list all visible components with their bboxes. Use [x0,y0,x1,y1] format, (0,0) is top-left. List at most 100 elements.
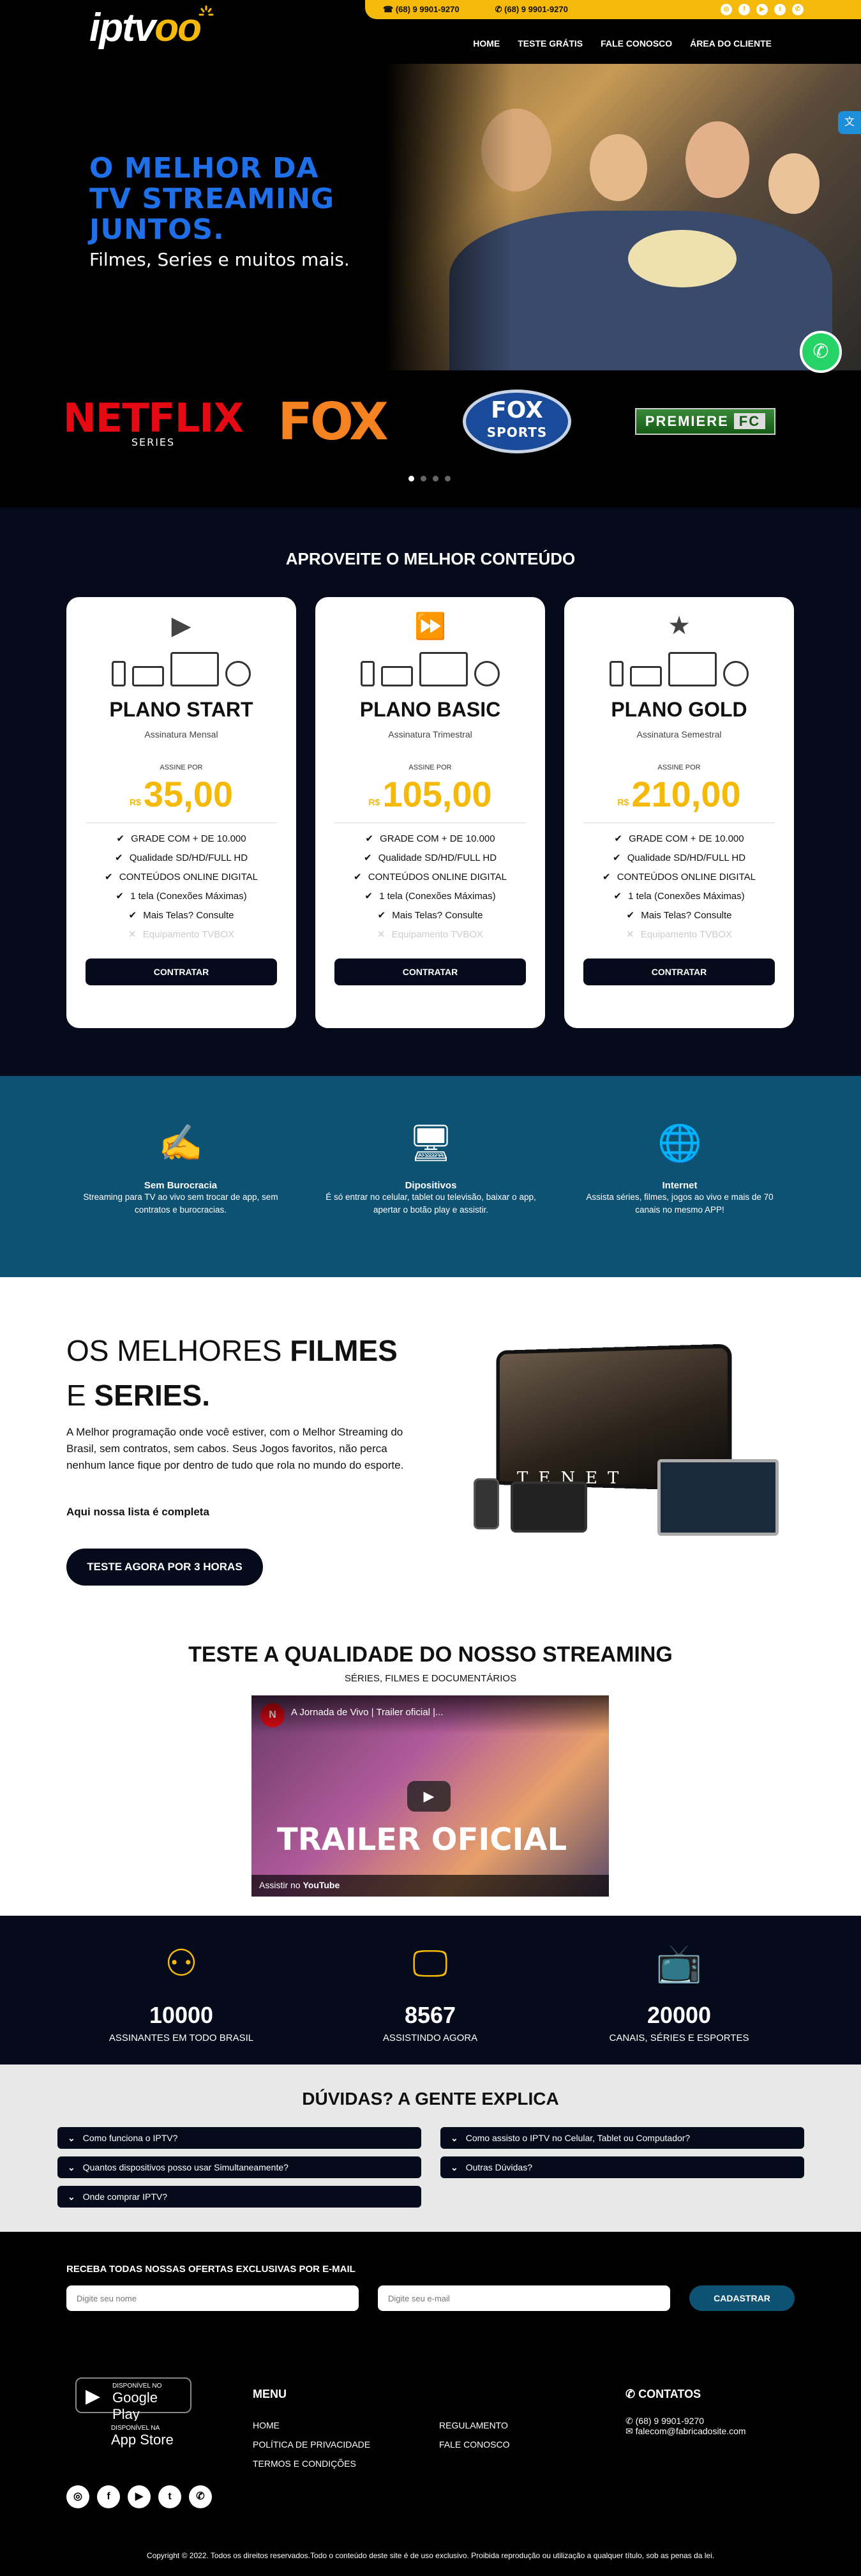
plan-card-basic: ⏩ PLANO BASIC Assinatura Trimestral ASSI… [315,597,545,1028]
faq-item[interactable]: Como assisto o IPTV no Celular, Tablet o… [440,2127,804,2149]
plan-price: R$ 210,00 [617,774,741,814]
stat-caption: ASSINANTES EM TODO BRASIL [109,2033,254,2043]
footer-phone[interactable]: ✆ (68) 9 9901-9270 [625,2416,704,2426]
feature-item-disabled: Equipamento TVBOX [315,925,545,944]
footer: ▶ DISPONÍVEL NO Google Play DISPONÍVEL NA A… [0,2360,861,2576]
tv-icon: 📺 [655,1943,703,1984]
brands-slider-dots[interactable] [408,476,451,481]
footer-link-home[interactable]: HOME [253,2420,280,2430]
nav-teste-gratis[interactable]: TESTE GRÁTIS [518,38,583,49]
footer-email[interactable]: ✉ falecom@fabricadosite.com [625,2426,746,2436]
facebook-icon[interactable]: f [97,2485,120,2508]
translate-icon[interactable]: 文 [838,111,861,134]
footer-link-termos[interactable]: TERMOS E CONDIÇÕES [253,2459,356,2469]
contratar-button[interactable]: CONTRATAR [334,958,526,985]
plan-period: Assinatura Trimestral [388,729,472,739]
feature-item: Qualidade SD/HD/FULL HD [564,849,794,868]
feature-item: Qualidade SD/HD/FULL HD [315,849,545,868]
contratar-button[interactable]: CONTRATAR [583,958,775,985]
facebook-icon[interactable]: f [738,4,750,15]
faq-item[interactable]: Quantos dispositivos posso usar Simultan… [57,2156,421,2178]
plan-features: GRADE COM + DE 10.000Qualidade SD/HD/FUL… [66,830,296,944]
slider-dot[interactable] [408,476,414,481]
feature-item: Mais Telas? Consulte [66,906,296,925]
youtube-icon[interactable]: ▶ [128,2485,151,2508]
hero-family-image [386,64,861,370]
youtube-icon[interactable]: ▶ [756,4,768,15]
devices-icon: 🖥 [408,1123,454,1163]
plan-assine-label: ASSINE POR [160,764,203,771]
whatsapp-icon[interactable]: ✆ [189,2485,212,2508]
feature-item: Mais Telas? Consulte [564,906,794,925]
fox-logo: FOX [278,391,388,451]
movies-heading: OS MELHORES FILMES E SERIES. [66,1334,398,1412]
test-quality-title: TESTE A QUALIDADE DO NOSSO STREAMING [188,1642,673,1667]
fast-forward-icon: ⏩ [414,612,446,640]
slider-dot[interactable] [433,476,438,481]
logo[interactable]: iptvoo [89,5,214,50]
footer-contacts: ✆ (68) 9 9901-9270 ✉ falecom@fabricadosi… [625,2416,746,2436]
globe-icon: 🌐 [657,1123,702,1163]
footer-social-links: ◎ f ▶ t ✆ [66,2485,212,2508]
stat-item: ⚇ 10000 ASSINANTES EM TODO BRASIL [66,1938,296,2043]
nav-home[interactable]: HOME [473,38,500,49]
whatsapp-float-button[interactable]: ✆ [800,331,842,373]
test-3h-button[interactable]: TESTE AGORA POR 3 HORAS [66,1549,263,1586]
faq-item[interactable]: Como funciona o IPTV? [57,2127,421,2149]
network-users-icon: ⚇ [165,1943,198,1984]
newsletter-title: RECEBA TODAS NOSSAS OFERTAS EXCLUSIVAS P… [66,2264,356,2275]
benefit-item: ✍ Sem Burocracia Streaming para TV ao vi… [75,1118,286,1216]
footer-menu-title: MENU [253,2388,287,2400]
slider-dot[interactable] [445,476,451,481]
plan-name: PLANO GOLD [611,698,747,721]
footer-link-fale-conosco[interactable]: FALE CONOSCO [439,2439,509,2450]
phone-icon: ✆ [625,2388,639,2400]
cadastrar-button[interactable]: CADASTRAR [689,2285,795,2311]
play-icon: ▶ [171,612,191,640]
footer-links-col1: HOME POLÍTICA DE PRIVACIDADE TERMOS E CO… [253,2416,370,2473]
twitter-icon[interactable]: t [158,2485,181,2508]
stat-item: 📺 20000 CANAIS, SÉRIES E ESPORTES [564,1938,794,2043]
faq-item[interactable]: Outras Dúvidas? [440,2156,804,2178]
top-social-links: ◎ f ▶ t ✆ [721,4,804,15]
google-play-badge[interactable]: ▶ DISPONÍVEL NO Google Play [75,2377,191,2422]
top-contact-bar: ☎ (68) 9 9901-9270 ✆ (68) 9 9901-9270 ◎ f… [365,0,861,19]
phone-contact[interactable]: ☎ (68) 9 9901-9270 [383,4,477,15]
plan-features: GRADE COM + DE 10.000Qualidade SD/HD/FUL… [564,830,794,944]
benefit-title: Sem Burocracia [144,1180,218,1191]
slider-dot[interactable] [421,476,426,481]
app-store-badge[interactable]: DISPONÍVEL NA App Store [75,2421,191,2457]
footer-contacts-title: ✆ CONTATOS [625,2388,701,2400]
nav-fale-conosco[interactable]: FALE CONOSCO [601,38,672,49]
benefit-text: Streaming para TV ao vivo sem trocar de … [83,1192,278,1215]
twitter-icon[interactable]: t [774,4,786,15]
footer-link-regulamento[interactable]: REGULAMENTO [439,2420,508,2430]
premiere-logo: PREMIERE FC [625,390,785,453]
footer-link-privacidade[interactable]: POLÍTICA DE PRIVACIDADE [253,2439,370,2450]
plan-price: R$ 35,00 [129,774,234,814]
email-input[interactable] [378,2285,670,2311]
play-button[interactable]: ▶ [407,1781,451,1812]
plan-name: PLANO START [109,698,253,721]
stats-section: ⚇ 10000 ASSINANTES EM TODO BRASIL 🖵 8567 ASS… [0,1916,861,2065]
faq-section: DÚVIDAS? A GENTE EXPLICA Como funciona o… [0,2065,861,2232]
faq-item[interactable]: Onde comprar IPTV? [57,2186,421,2208]
nav-area-cliente[interactable]: ÁREA DO CLIENTE [690,38,772,49]
stat-number: 20000 [647,2002,712,2028]
watch-on-youtube[interactable]: Assistir no YouTube [251,1875,609,1897]
benefit-title: Dipositivos [405,1180,457,1191]
youtube-video-embed[interactable]: N A Jornada de Vivo | Trailer oficial |.… [251,1695,609,1897]
feature-item: CONTEÚDOS ONLINE DIGITAL [315,868,545,887]
benefit-text: É só entrar no celular, tablet ou televi… [326,1192,536,1215]
whatsapp-icon[interactable]: ✆ [792,4,804,15]
plan-period: Assinatura Mensal [144,729,218,739]
hero-title: O MELHOR DA TV STREAMING JUNTOS. [89,152,335,246]
name-input[interactable] [66,2285,359,2311]
contratar-button[interactable]: CONTRATAR [86,958,277,985]
instagram-icon[interactable]: ◎ [721,4,732,15]
plan-name: PLANO BASIC [359,698,501,721]
whatsapp-contact[interactable]: ✆ (68) 9 9901-9270 [495,4,586,15]
video-title[interactable]: A Jornada de Vivo | Trailer oficial |... [251,1695,609,1734]
instagram-icon[interactable]: ◎ [66,2485,89,2508]
footer-links-col2: REGULAMENTO FALE CONOSCO [439,2416,509,2454]
